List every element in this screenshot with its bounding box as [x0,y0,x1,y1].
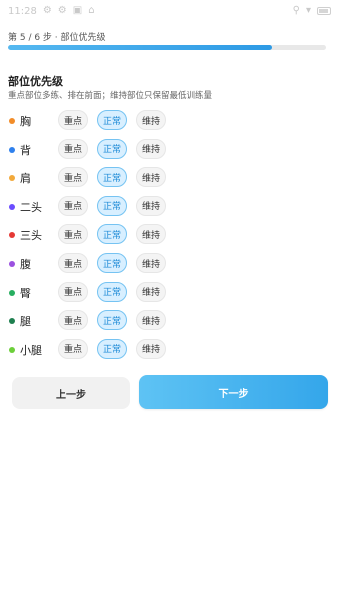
priority-option-button-selected[interactable]: 正常 [97,110,127,130]
body-part-label: 胸 [20,115,31,128]
list-item: 肩 重点 正常 维持 [0,166,339,190]
priority-option-button[interactable]: 重点 [58,281,88,302]
list-item: 臀 重点 正常 维持 [0,281,339,305]
previous-step-button[interactable]: 上一步 [12,377,130,409]
priority-option-button[interactable]: 维持 [136,224,166,245]
wifi-icon: ▾ [305,5,311,16]
body-part-label: 三头 [20,229,42,243]
list-item: 腿 重点 正常 维持 [0,309,339,333]
priority-option-button-selected[interactable]: 正常 [97,167,127,188]
priority-option-button[interactable]: 重点 [58,338,88,359]
next-step-button[interactable]: 下一步 [139,375,328,409]
priority-option-button[interactable]: 重点 [58,310,88,331]
list-item: 小腿 重点 正常 维持 [0,338,339,362]
category-dot [9,175,15,182]
body-part-label: 臀 [20,286,31,300]
priority-option-button[interactable]: 维持 [136,195,166,216]
category-dot [9,318,15,325]
list-item: 背 重点 正常 维持 [0,138,339,162]
progress-bar [8,45,326,50]
list-item: 腹 重点 正常 维持 [0,252,339,276]
progress-fill [8,45,272,50]
priority-option-button-selected[interactable]: 正常 [97,281,127,302]
list-item: 胸 重点 正常 维持 [0,109,339,133]
body-part-label: 二头 [20,200,42,214]
priority-option-button-selected[interactable]: 正常 [97,338,127,359]
settings-icon: ⚙ [42,5,52,16]
priority-option-button[interactable]: 重点 [58,195,88,216]
lock-icon: ⌂ [88,5,95,16]
battery-icon [317,7,331,15]
section-subtitle: 重点部位多练、排在前面；维持部位只保留最低训练量 [8,91,213,101]
body-part-label: 小腿 [20,343,42,357]
section-title: 部位优先级 [8,75,63,88]
priority-option-button[interactable]: 维持 [136,138,166,159]
body-part-label: 腿 [20,315,31,329]
priority-option-button-selected[interactable]: 正常 [97,310,127,331]
priority-option-button[interactable]: 维持 [136,281,166,302]
priority-option-button[interactable]: 重点 [58,138,88,159]
category-dot [9,118,15,124]
body-part-label: 肩 [20,172,31,186]
category-dot [9,289,15,296]
priority-option-button[interactable]: 维持 [136,167,166,188]
status-right: ⚲ ▾ [293,6,331,16]
square-icon: ▣ [72,5,83,16]
location-icon: ⚲ [292,5,300,16]
priority-option-button[interactable]: 重点 [58,110,88,130]
priority-option-button-selected[interactable]: 正常 [97,138,127,159]
category-dot [9,346,15,353]
priority-option-button[interactable]: 维持 [136,338,166,359]
priority-option-button[interactable]: 重点 [58,224,88,245]
priority-option-button-selected[interactable]: 正常 [97,195,127,216]
priority-option-button[interactable]: 维持 [136,110,166,130]
priority-option-button[interactable]: 维持 [136,310,166,331]
priority-option-button[interactable]: 重点 [58,253,88,273]
step-indicator: 第 5 / 6 步 · 部位优先级 [8,33,106,43]
category-dot [9,146,15,153]
priority-option-button[interactable]: 重点 [58,167,88,188]
category-dot [9,261,15,267]
list-item: 三头 重点 正常 维持 [0,223,339,247]
status-bar: 11:28 ⚙ ⚙ ▣ ⌂ ⚲ ▾ [0,0,339,22]
priority-option-button-selected[interactable]: 正常 [97,253,127,273]
priority-option-button-selected[interactable]: 正常 [97,224,127,245]
body-part-label: 背 [20,143,31,157]
status-time: 11:28 [8,5,37,17]
category-dot [9,232,15,239]
settings-icon: ⚙ [57,5,67,16]
status-left: 11:28 ⚙ ⚙ ▣ ⌂ [8,6,95,17]
list-item: 二头 重点 正常 维持 [0,195,339,219]
body-part-label: 腹 [20,258,31,271]
priority-option-button[interactable]: 维持 [136,253,166,273]
category-dot [9,203,15,210]
